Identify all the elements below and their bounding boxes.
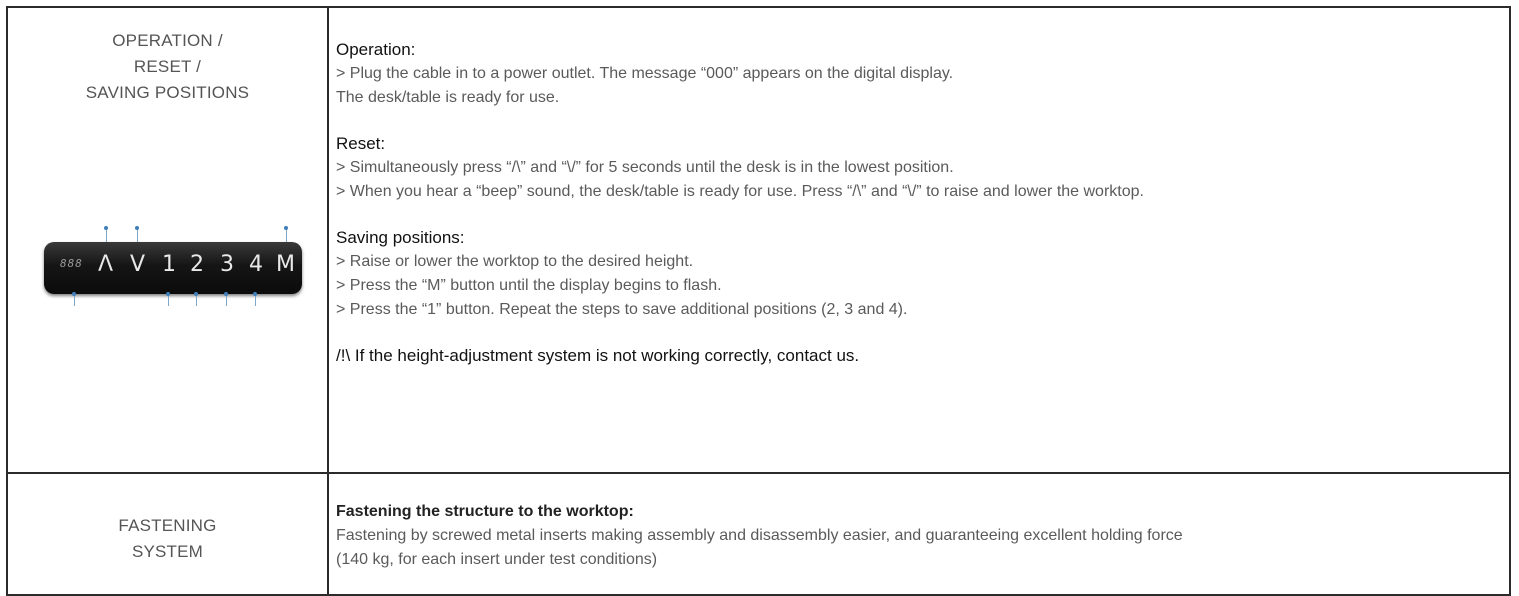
digital-display: 888 — [60, 257, 83, 270]
row2-label: FASTENING SYSTEM — [8, 513, 327, 565]
memory-key-1: 1 — [162, 252, 176, 277]
memory-save-key: M — [276, 252, 295, 277]
row1-label-line: RESET / — [133, 57, 202, 76]
memory-key-4: 4 — [249, 252, 263, 277]
text-line: > Simultaneously press “/\” and “\/” for… — [336, 159, 954, 176]
control-panel-image: 888 Λ V 1 2 3 4 M — [44, 226, 304, 306]
row1-label: OPERATION / RESET / SAVING POSITIONS — [8, 28, 327, 106]
down-key: V — [130, 252, 146, 277]
row2-label-line: SYSTEM — [131, 542, 204, 561]
text-line: Fastening by screwed metal inserts makin… — [336, 527, 1183, 544]
section-heading-operation: Operation: — [336, 40, 416, 59]
row2-label-line: FASTENING — [118, 516, 217, 535]
section-heading-reset: Reset: — [336, 134, 386, 153]
row-divider — [8, 472, 1509, 474]
text-line: > Raise or lower the worktop to the desi… — [336, 253, 694, 270]
text-line: > Press the “1” button. Repeat the steps… — [336, 301, 908, 318]
up-key: Λ — [98, 252, 114, 277]
memory-key-3: 3 — [220, 252, 234, 277]
text-line: > Press the “M” button until the display… — [336, 277, 722, 294]
row1-label-line: OPERATION / — [112, 31, 223, 50]
text-line: The desk/table is ready for use. — [336, 89, 560, 106]
memory-key-2: 2 — [190, 252, 204, 277]
text-line: > When you hear a “beep” sound, the desk… — [336, 183, 1144, 200]
section-heading-saving: Saving positions: — [336, 228, 465, 247]
row2-content: Fastening the structure to the worktop: … — [336, 500, 1506, 572]
row1-content: Operation: > Plug the cable in to a powe… — [336, 38, 1506, 368]
column-divider — [327, 8, 329, 594]
fastening-heading: Fastening the structure to the worktop: — [336, 503, 634, 520]
text-line: > Plug the cable in to a power outlet. T… — [336, 65, 954, 82]
warning-text: /!\ If the height-adjustment system is n… — [336, 346, 860, 365]
row1-label-line: SAVING POSITIONS — [85, 83, 250, 102]
spec-table: OPERATION / RESET / SAVING POSITIONS 888… — [6, 6, 1511, 596]
text-line: (140 kg, for each insert under test cond… — [336, 551, 658, 568]
